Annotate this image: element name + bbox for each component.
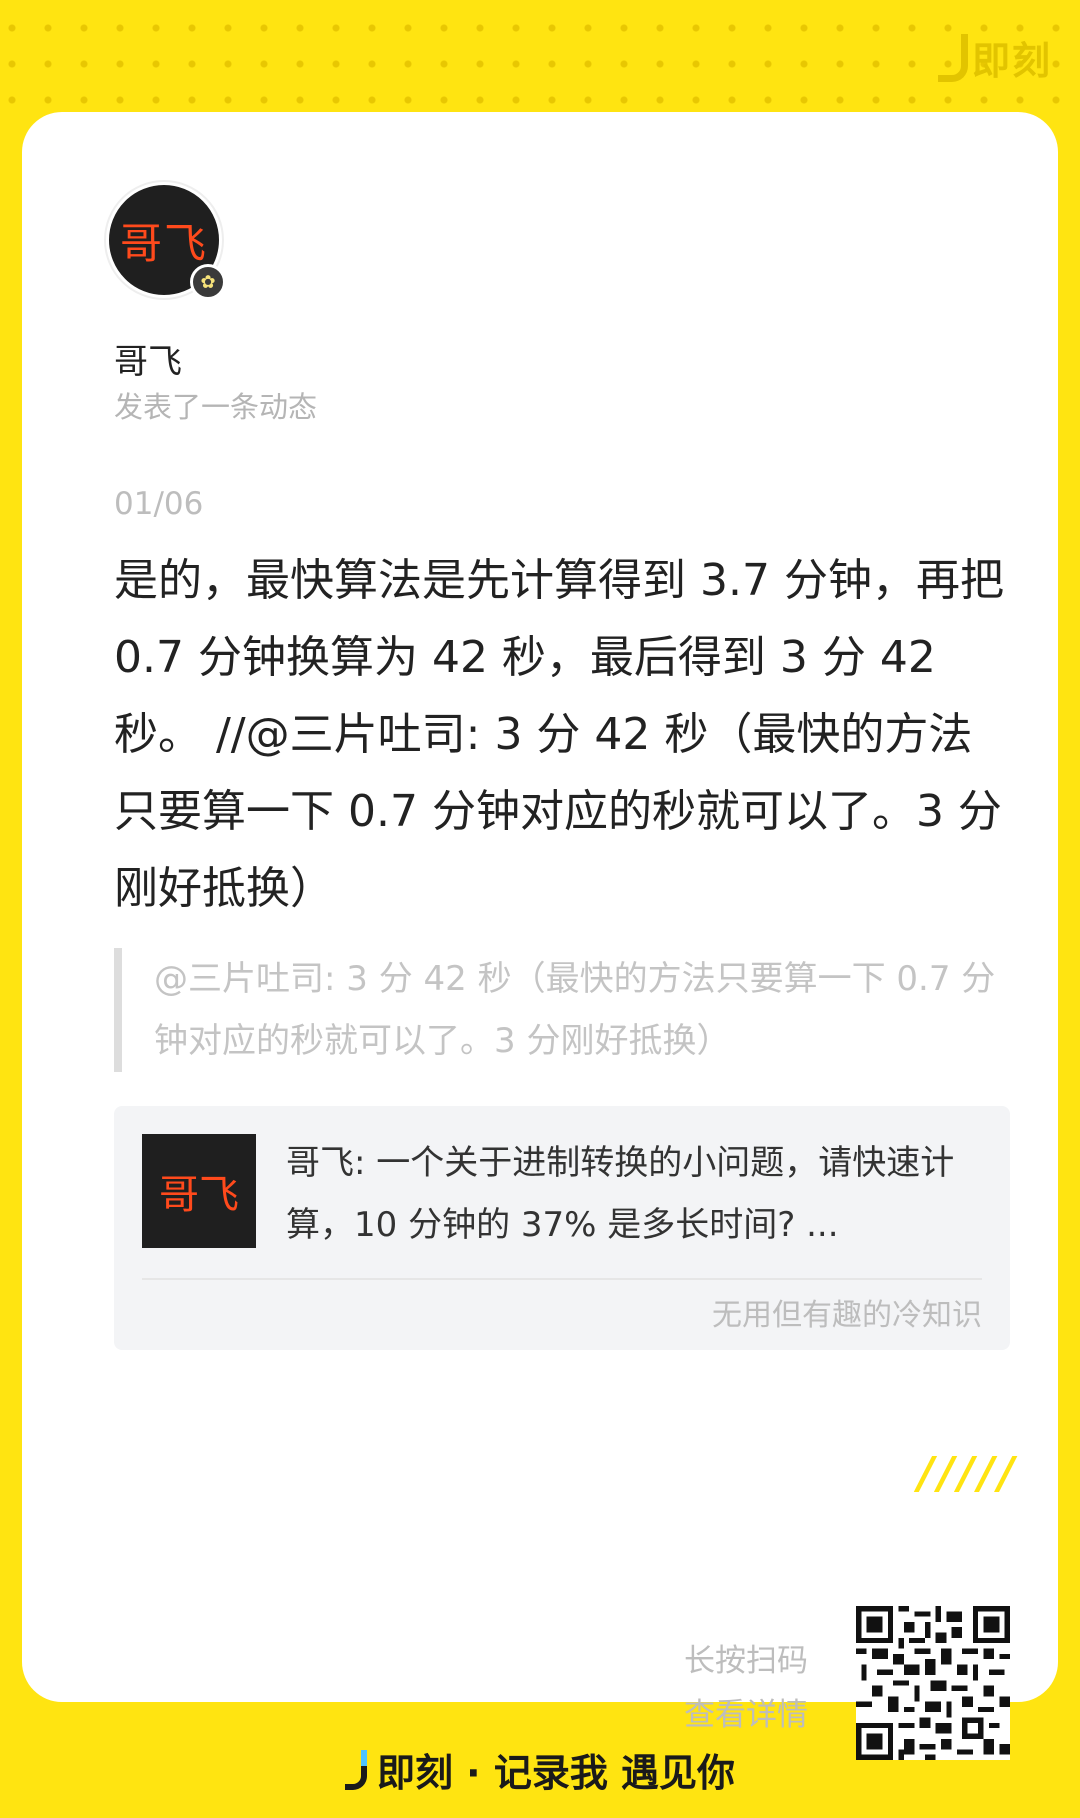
quoted-comment: @三片吐司: 3 分 42 秒（最快的方法只要算一下 0.7 分钟对应的秒就可以… [114,948,1014,1072]
scan-hint: 长按扫码 查看详情 [684,1634,808,1742]
share-poster: 即刻 哥飞 ✿ 哥飞 发表了一条动态 01/06 是的，最快算法是先计算得到 3… [0,0,1080,1818]
avatar-text: 哥飞 [119,218,208,268]
username[interactable]: 哥飞 [114,334,182,383]
flower-badge-icon: ✿ [190,264,226,300]
thumbnail-text: 哥飞 [159,1172,239,1218]
post-action: 发表了一条动态 [114,390,318,424]
post-card: 哥飞 ✿ 哥飞 发表了一条动态 01/06 是的，最快算法是先计算得到 3.7 … [22,112,1058,1760]
scan-hint-line2: 查看详情 [684,1697,808,1733]
referenced-thumbnail: 哥飞 [142,1134,256,1248]
footer-slogan: 即刻 · 记录我 遇见你 [0,1742,1080,1797]
jike-j-icon [344,1749,367,1790]
dot-pattern [0,0,1080,120]
post-content: 是的，最快算法是先计算得到 3.7 分钟，再把 0.7 分钟换算为 42 秒，最… [114,555,1004,914]
brand-logo-top: 即刻 [937,30,1052,85]
footer-text: 即刻 · 记录我 遇见你 [376,1751,736,1795]
qr-code-icon[interactable] [856,1606,1010,1760]
referenced-post-card[interactable]: 哥飞 哥飞: 一个关于进制转换的小问题，请快速计算，10 分钟的 37% 是多长… [114,1106,1010,1350]
scan-hint-line1: 长按扫码 [684,1643,808,1679]
brand-name: 即刻 [971,39,1052,83]
divider [142,1278,982,1280]
jike-j-icon [937,33,968,82]
topic-name[interactable]: 无用但有趣的冷知识 [712,1290,982,1334]
post-date: 01/06 [114,486,204,522]
referenced-post-text: 哥飞: 一个关于进制转换的小问题，请快速计算，10 分钟的 37% 是多长时间?… [286,1143,955,1245]
slash-decoration: ///// [918,1448,1019,1499]
